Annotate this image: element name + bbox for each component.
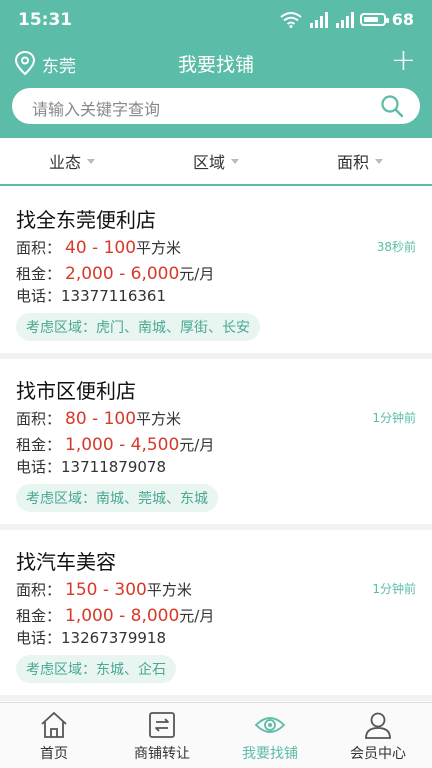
wifi-icon: [280, 11, 302, 28]
zone-tag: 考虑区域：虎门、南城、厚街、长安: [16, 313, 260, 341]
listing-time: 1分钟前: [372, 411, 416, 425]
listing-title: 找汽车美容: [16, 550, 116, 574]
listing-phone[interactable]: 电话：13711879078: [16, 456, 416, 478]
listing-rent: 租金： 1,000 - 4,500元/月: [16, 434, 416, 456]
tab-label: 商铺转让: [134, 746, 190, 762]
phone-label: 电话：: [16, 287, 62, 305]
listing-phone[interactable]: 电话：13267379918: [16, 627, 416, 649]
rent-unit: 元/月: [179, 265, 215, 283]
listing-card[interactable]: 找全东莞便利店 38秒前 面积： 40 - 100平方米 租金： 2,000 - 6…: [0, 188, 432, 359]
filter-label: 面积: [336, 153, 369, 172]
caret-down-icon: [231, 158, 239, 164]
zone-tag: 考虑区域：东城、企石: [16, 655, 176, 683]
eye-icon: [254, 717, 286, 733]
listing-time: 1分钟前: [372, 582, 416, 596]
listing-rent: 租金： 2,000 - 6,000元/月: [16, 263, 416, 285]
caret-down-icon: [375, 158, 383, 164]
tab-label: 我要找铺: [242, 746, 298, 762]
area-unit: 平方米: [136, 239, 182, 257]
area-value: 150 - 300: [65, 580, 147, 600]
user-icon: [365, 712, 391, 739]
area-label: 面积：: [16, 239, 62, 257]
area-value: 40 - 100: [65, 238, 137, 258]
listing-list: 找全东莞便利店 38秒前 面积： 40 - 100平方米 租金： 2,000 - 6…: [0, 188, 432, 701]
listing-area: 面积： 80 - 100平方米: [16, 408, 416, 430]
bottom-tab-bar: 首页 商铺转让 我要找铺 会员中心: [0, 702, 432, 768]
filter-district[interactable]: 区域: [144, 138, 288, 184]
status-time: 15:31: [18, 10, 73, 30]
listing-time: 38秒前: [376, 240, 416, 254]
header: 东莞 我要找铺 +: [0, 44, 432, 84]
caret-down-icon: [87, 158, 95, 164]
rent-value: 1,000 - 4,500: [65, 435, 180, 455]
tab-transfer[interactable]: 商铺转让: [108, 703, 216, 768]
filter-area[interactable]: 面积: [288, 138, 432, 184]
battery-icon: [359, 13, 389, 26]
area-unit: 平方米: [146, 581, 192, 599]
listing-area: 面积： 40 - 100平方米: [16, 237, 416, 259]
tab-label: 会员中心: [350, 746, 406, 762]
battery-level: 68: [391, 10, 414, 29]
status-bar: 15:31 68: [0, 0, 432, 44]
status-icons: 68: [280, 10, 414, 29]
rent-label: 租金：: [16, 436, 62, 454]
rent-value: 1,000 - 8,000: [65, 606, 180, 626]
rent-label: 租金：: [16, 607, 62, 625]
listing-title: 找全东莞便利店: [16, 208, 156, 232]
tab-member-center[interactable]: 会员中心: [324, 703, 432, 768]
phone-number[interactable]: 13267379918: [61, 629, 166, 647]
area-label: 面积：: [16, 410, 62, 428]
area-value: 80 - 100: [65, 409, 137, 429]
filter-label: 业态: [48, 153, 81, 172]
search-input[interactable]: 请输入关键字查询: [32, 96, 160, 120]
top-bar: 15:31 68 东莞 我要找铺 + 请输入关键字查询: [0, 0, 432, 138]
search-bar[interactable]: 请输入关键字查询: [12, 88, 420, 124]
rent-value: 2,000 - 6,000: [65, 264, 180, 284]
listing-phone[interactable]: 电话：13377116361: [16, 285, 416, 307]
tab-label: 首页: [40, 746, 68, 762]
rent-unit: 元/月: [179, 607, 215, 625]
page-title: 我要找铺: [177, 54, 254, 76]
listing-title: 找市区便利店: [16, 379, 136, 403]
area-unit: 平方米: [136, 410, 182, 428]
listing-card[interactable]: 找汽车美容 1分钟前 面积： 150 - 300平方米 租金： 1,000 - 8,…: [0, 530, 432, 701]
phone-label: 电话：: [16, 629, 62, 647]
zone-tag: 考虑区域：南城、莞城、东城: [16, 484, 218, 512]
listing-area: 面积： 150 - 300平方米: [16, 579, 416, 601]
phone-number[interactable]: 13711879078: [61, 458, 166, 476]
rent-label: 租金：: [16, 265, 62, 283]
rent-unit: 元/月: [179, 436, 215, 454]
area-label: 面积：: [16, 581, 62, 599]
filter-bar: 业态 区域 面积: [0, 138, 432, 186]
filter-label: 区域: [192, 153, 225, 172]
tab-find-shop[interactable]: 我要找铺: [216, 703, 324, 768]
listing-card[interactable]: 找市区便利店 1分钟前 面积： 80 - 100平方米 租金： 1,000 - 4,…: [0, 359, 432, 530]
phone-label: 电话：: [16, 458, 62, 476]
filter-industry[interactable]: 业态: [0, 138, 144, 184]
tab-home[interactable]: 首页: [0, 703, 108, 768]
signal-icon: [308, 11, 328, 28]
search-icon[interactable]: [380, 94, 404, 118]
signal-icon: [334, 11, 354, 28]
phone-number[interactable]: 13377116361: [61, 287, 166, 305]
transfer-icon: [149, 712, 175, 738]
add-button[interactable]: +: [391, 46, 416, 76]
listing-rent: 租金： 1,000 - 8,000元/月: [16, 605, 416, 627]
home-icon: [41, 712, 67, 738]
